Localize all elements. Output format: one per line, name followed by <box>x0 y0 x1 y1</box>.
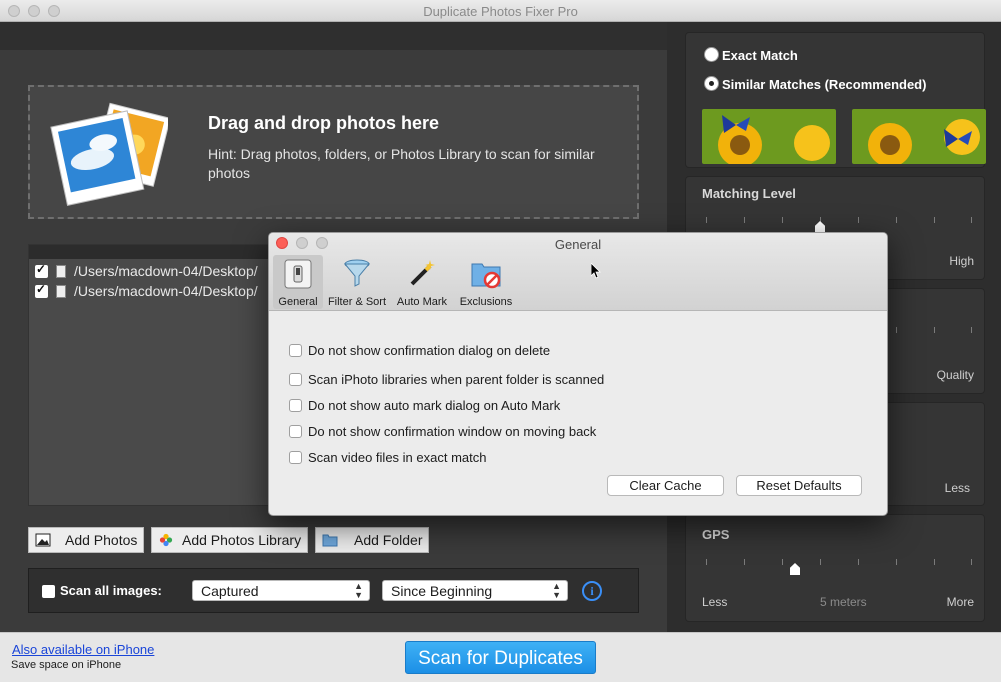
file-path: /Users/macdown-04/Desktop/ <box>74 263 258 279</box>
sunflower-thumbnail <box>852 109 986 164</box>
dialog-title: General <box>554 237 602 252</box>
slider-knob[interactable] <box>790 563 800 575</box>
tab-auto-mark-label: Auto Mark <box>396 296 448 308</box>
gps-title: GPS <box>702 527 730 542</box>
mouse-cursor-icon <box>591 263 601 279</box>
quality-label: Quality <box>936 368 974 382</box>
top-strip <box>0 22 667 50</box>
tab-auto-mark[interactable]: Auto Mark <box>393 255 451 309</box>
list-item[interactable]: /Users/macdown-04/Desktop/ <box>29 261 277 281</box>
list-item[interactable]: /Users/macdown-04/Desktop/ <box>29 281 277 301</box>
scan-options-bar: Scan all images: Captured ▲ ▼ Since Begin… <box>28 568 639 613</box>
file-list-header <box>29 245 277 259</box>
option-scan-iphoto[interactable]: Scan iPhoto libraries when parent folder… <box>289 372 604 387</box>
image-icon <box>35 533 51 547</box>
gps-slider[interactable] <box>706 559 972 575</box>
add-folder-label: Add Folder <box>354 532 423 548</box>
matching-high-label: High <box>949 254 974 268</box>
file-checkbox[interactable] <box>35 262 48 278</box>
tab-general-label: General <box>278 296 318 308</box>
info-icon[interactable]: i <box>582 581 602 601</box>
tab-filter-sort-label: Filter & Sort <box>327 296 387 308</box>
gps-value-label: 5 meters <box>820 595 867 609</box>
file-checkbox[interactable] <box>35 282 48 298</box>
since-value: Since Beginning <box>391 583 493 599</box>
excluded-folder-icon <box>471 263 501 289</box>
add-photos-button[interactable]: Add Photos <box>28 527 144 553</box>
option-checkbox[interactable] <box>289 399 302 412</box>
file-path: /Users/macdown-04/Desktop/ <box>74 283 258 299</box>
add-photos-library-button[interactable]: Add Photos Library <box>151 527 308 553</box>
less-label: Less <box>944 481 970 495</box>
exact-match-label: Exact Match <box>722 48 798 63</box>
option-no-auto-mark-dialog[interactable]: Do not show auto mark dialog on Auto Mar… <box>289 398 560 413</box>
option-label: Scan video files in exact match <box>308 450 487 465</box>
captured-select[interactable]: Captured ▲ ▼ <box>192 580 370 601</box>
document-icon <box>56 264 66 278</box>
bottom-bar: Also available on iPhone Save space on i… <box>0 632 1001 682</box>
option-checkbox[interactable] <box>289 344 302 357</box>
option-label: Do not show confirmation window on movin… <box>308 424 597 439</box>
scan-all-label: Scan all images: <box>60 583 162 598</box>
window-title: Duplicate Photos Fixer Pro <box>423 4 578 19</box>
tab-exclusions-label: Exclusions <box>459 296 513 308</box>
dialog-toolbar: General General Filter & Sort Auto Mark … <box>269 233 887 311</box>
since-select[interactable]: Since Beginning ▲ ▼ <box>382 580 568 601</box>
option-label: Do not show confirmation dialog on delet… <box>308 343 551 358</box>
similar-match-radio[interactable] <box>704 76 719 91</box>
matching-level-title: Matching Level <box>702 186 796 201</box>
option-label: Scan iPhoto libraries when parent folder… <box>308 372 605 387</box>
folder-icon <box>322 534 338 547</box>
clear-cache-button[interactable]: Clear Cache <box>607 475 724 496</box>
document-icon <box>56 284 66 298</box>
add-folder-button[interactable]: Add Folder <box>315 527 429 553</box>
add-photos-label: Add Photos <box>65 532 138 548</box>
sunflower-thumbnail <box>702 109 836 164</box>
option-checkbox[interactable] <box>289 451 302 464</box>
general-preferences-dialog: General General Filter & Sort Auto Mark … <box>268 232 888 516</box>
option-no-delete-confirm[interactable]: Do not show confirmation dialog on delet… <box>289 343 550 358</box>
chevron-updown-icon: ▲ ▼ <box>552 581 561 600</box>
tab-filter-sort[interactable]: Filter & Sort <box>325 255 389 309</box>
switch-icon <box>284 259 312 289</box>
file-list: /Users/macdown-04/Desktop/ /Users/macdow… <box>28 244 278 506</box>
magic-wand-icon <box>410 260 435 286</box>
tab-exclusions[interactable]: Exclusions <box>455 255 517 309</box>
match-type-card: Exact Match Similar Matches (Recommended… <box>685 32 986 168</box>
photos-library-icon <box>159 533 173 547</box>
photos-icon <box>50 102 168 206</box>
drop-zone[interactable]: Drag and drop photos here Hint: Drag pho… <box>28 85 639 219</box>
matching-level-slider[interactable] <box>706 217 972 233</box>
scan-for-duplicates-button[interactable]: Scan for Duplicates <box>405 641 596 674</box>
option-no-move-back-confirm[interactable]: Do not show confirmation window on movin… <box>289 424 596 439</box>
dropzone-hint: Hint: Drag photos, folders, or Photos Li… <box>208 146 595 181</box>
scan-all-checkbox[interactable] <box>42 585 55 598</box>
option-checkbox[interactable] <box>289 425 302 438</box>
gps-less-label: Less <box>702 595 728 609</box>
option-scan-video[interactable]: Scan video files in exact match <box>289 450 486 465</box>
similar-match-label: Similar Matches (Recommended) <box>722 77 927 92</box>
option-label: Do not show auto mark dialog on Auto Mar… <box>308 398 561 413</box>
option-checkbox[interactable] <box>289 373 302 386</box>
iphone-subtitle: Save space on iPhone <box>11 659 122 671</box>
chevron-updown-icon: ▲ ▼ <box>354 581 363 600</box>
exact-match-radio[interactable] <box>704 47 719 62</box>
window-titlebar: Duplicate Photos Fixer Pro <box>0 0 1001 22</box>
iphone-link[interactable]: Also available on iPhone <box>12 642 154 657</box>
gps-card: GPS Less 5 meters More <box>685 514 985 622</box>
add-library-label: Add Photos Library <box>182 532 302 548</box>
reset-defaults-button[interactable]: Reset Defaults <box>736 475 862 496</box>
gps-more-label: More <box>946 595 974 609</box>
captured-value: Captured <box>201 583 259 599</box>
dropzone-title: Drag and drop photos here <box>208 113 440 133</box>
funnel-icon <box>343 259 371 287</box>
tab-general[interactable]: General <box>273 255 323 309</box>
